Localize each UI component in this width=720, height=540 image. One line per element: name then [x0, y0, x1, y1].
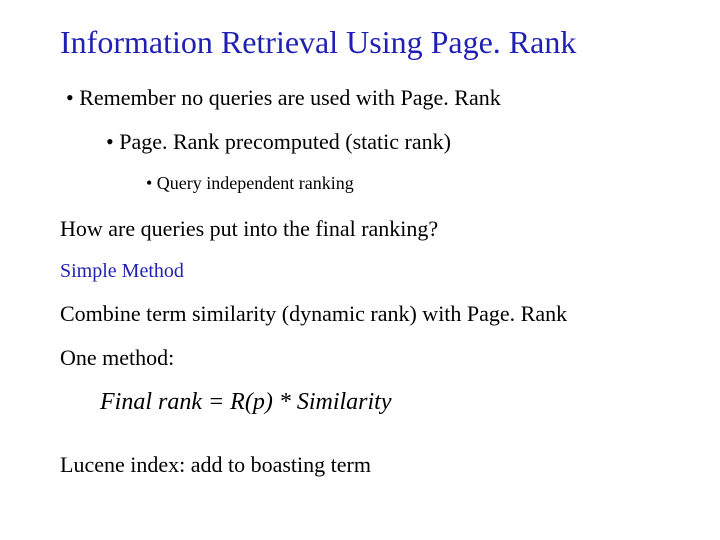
lucene-line: Lucene index: add to boasting term: [60, 452, 672, 478]
bullet-level-1: • Remember no queries are used with Page…: [60, 85, 672, 111]
combine-line: Combine term similarity (dynamic rank) w…: [60, 301, 672, 327]
question-line: How are queries put into the final ranki…: [60, 216, 672, 242]
bullet-level-2: • Page. Rank precomputed (static rank): [60, 129, 672, 155]
one-method-label: One method:: [60, 345, 672, 371]
bullet-level-3: • Query independent ranking: [60, 173, 672, 194]
simple-method-heading: Simple Method: [60, 260, 672, 283]
formula-line: Final rank = R(p) * Similarity: [60, 389, 672, 416]
slide-title: Information Retrieval Using Page. Rank: [60, 24, 672, 61]
